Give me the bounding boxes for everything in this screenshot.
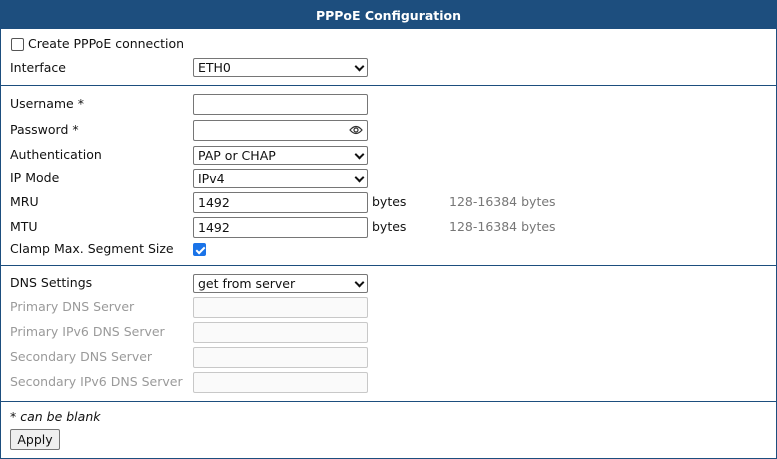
mru-label: MRU: [10, 194, 39, 209]
mtu-label: MTU: [10, 219, 38, 234]
secondary-dns-input[interactable]: [193, 347, 368, 368]
mtu-value: 1492: [198, 220, 230, 235]
authentication-label: Authentication: [10, 147, 102, 162]
mtu-hint: 128-16384 bytes: [449, 219, 556, 234]
authentication-value: PAP or CHAP: [198, 148, 276, 163]
primary-ipv6-dns-input[interactable]: [193, 322, 368, 343]
create-pppoe-checkbox[interactable]: [11, 38, 24, 51]
mtu-unit: bytes: [372, 219, 407, 234]
password-label: Password *: [10, 122, 79, 137]
authentication-select[interactable]: PAP or CHAP: [193, 146, 368, 165]
create-pppoe-label: Create PPPoE connection: [28, 36, 185, 51]
primary-ipv6-dns-label: Primary IPv6 DNS Server: [10, 324, 165, 339]
mru-unit: bytes: [372, 194, 407, 209]
apply-button[interactable]: Apply: [10, 429, 60, 450]
chevron-down-icon: [354, 61, 365, 72]
mru-input[interactable]: 1492: [193, 192, 368, 213]
primary-dns-label: Primary DNS Server: [10, 299, 135, 314]
section-divider: [1, 265, 776, 266]
chevron-down-icon: [354, 149, 365, 160]
eye-icon[interactable]: [349, 124, 363, 136]
mtu-input[interactable]: 1492: [193, 217, 368, 238]
pppoe-config-panel: PPPoE Configuration Create PPPoE connect…: [0, 0, 777, 459]
section-divider: [1, 401, 776, 402]
dns-settings-select[interactable]: get from server: [193, 274, 368, 293]
secondary-ipv6-dns-input[interactable]: [193, 372, 368, 393]
ip-mode-label: IP Mode: [10, 170, 60, 185]
chevron-down-icon: [354, 172, 365, 183]
panel-title: PPPoE Configuration: [1, 1, 776, 29]
ip-mode-value: IPv4: [198, 171, 225, 186]
clamp-mss-label: Clamp Max. Segment Size: [10, 241, 174, 256]
blank-fields-note: * can be blank: [10, 409, 101, 424]
interface-label: Interface: [10, 60, 66, 75]
interface-value: ETH0: [198, 60, 231, 75]
secondary-dns-label: Secondary DNS Server: [10, 349, 153, 364]
username-input[interactable]: [193, 94, 368, 115]
dns-settings-label: DNS Settings: [10, 275, 93, 290]
username-label: Username *: [10, 96, 84, 111]
password-input[interactable]: [193, 120, 368, 141]
ip-mode-select[interactable]: IPv4: [193, 169, 368, 188]
mru-hint: 128-16384 bytes: [449, 194, 556, 209]
mru-value: 1492: [198, 195, 230, 210]
clamp-mss-checkbox[interactable]: [193, 243, 206, 256]
primary-dns-input[interactable]: [193, 297, 368, 318]
section-divider: [1, 85, 776, 86]
dns-settings-value: get from server: [198, 276, 296, 291]
chevron-down-icon: [354, 277, 365, 288]
interface-select[interactable]: ETH0: [193, 58, 368, 77]
secondary-ipv6-dns-label: Secondary IPv6 DNS Server: [10, 374, 183, 389]
